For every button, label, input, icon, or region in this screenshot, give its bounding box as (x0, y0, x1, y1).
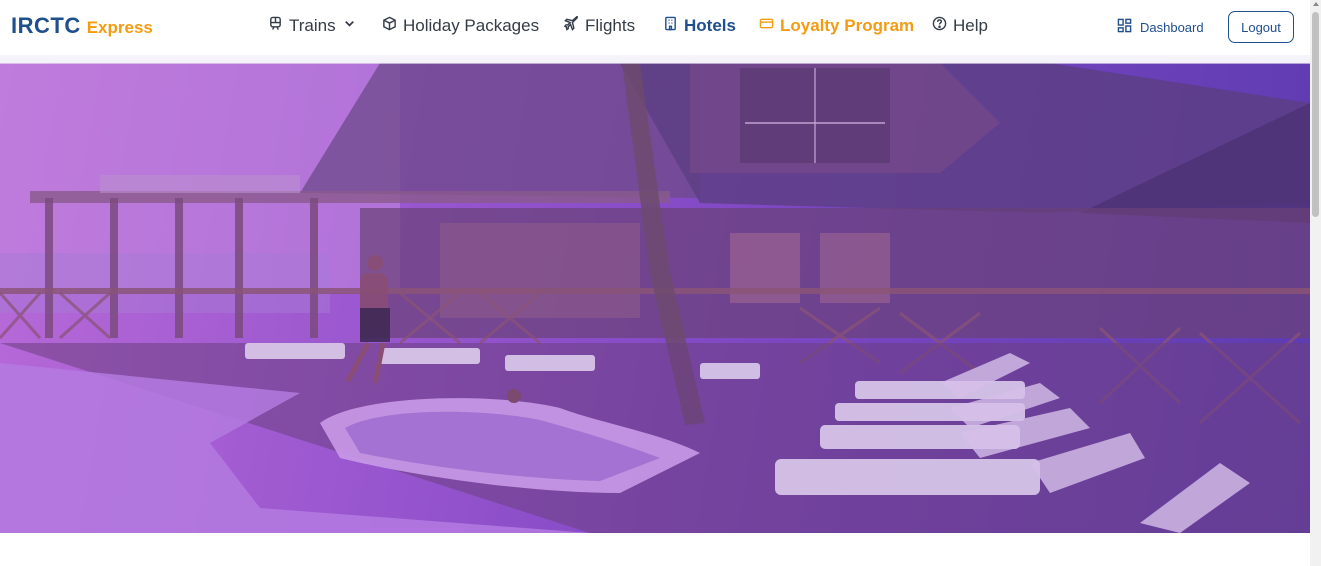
plane-icon (563, 14, 579, 36)
help-circle-icon (932, 16, 947, 36)
resort-illustration (0, 63, 1310, 533)
scrollbar-thumb[interactable] (1312, 12, 1319, 217)
dashboard-label: Dashboard (1140, 19, 1204, 35)
nav-hotels-label: Hotels (684, 16, 736, 35)
nav-trains[interactable]: Trains (268, 16, 357, 36)
brand-logo[interactable]: IRCTC Express (11, 13, 153, 39)
nav-trains-label: Trains (289, 16, 336, 35)
logout-button[interactable]: Logout (1228, 11, 1294, 43)
nav-flights[interactable]: Flights (563, 14, 636, 36)
package-icon (382, 16, 397, 36)
chevron-down-icon (342, 16, 357, 36)
hero-banner-image (0, 63, 1310, 533)
dashboard-link[interactable]: Dashboard (1117, 18, 1204, 36)
nav-loyalty-program[interactable]: Loyalty Program (759, 16, 914, 36)
nav-flights-label: Flights (585, 16, 636, 35)
dashboard-icon (1117, 18, 1132, 36)
nav-holiday-label: Holiday Packages (403, 16, 540, 35)
hotel-building-icon (663, 16, 678, 36)
top-navbar: IRCTC Express Trains Holiday Packages Fl… (0, 0, 1310, 55)
nav-hotels[interactable]: Hotels (663, 16, 736, 36)
brand-subtitle: Express (86, 18, 153, 37)
nav-loyalty-label: Loyalty Program (780, 16, 915, 35)
nav-holiday-packages[interactable]: Holiday Packages (382, 16, 539, 36)
nav-help[interactable]: Help (932, 16, 988, 36)
brand-name: IRCTC (11, 13, 81, 38)
card-icon (759, 16, 774, 36)
train-icon (268, 16, 283, 36)
page-scrollbar[interactable] (1310, 0, 1321, 566)
scroll-up-arrow[interactable] (1313, 2, 1319, 6)
nav-help-label: Help (953, 16, 988, 35)
